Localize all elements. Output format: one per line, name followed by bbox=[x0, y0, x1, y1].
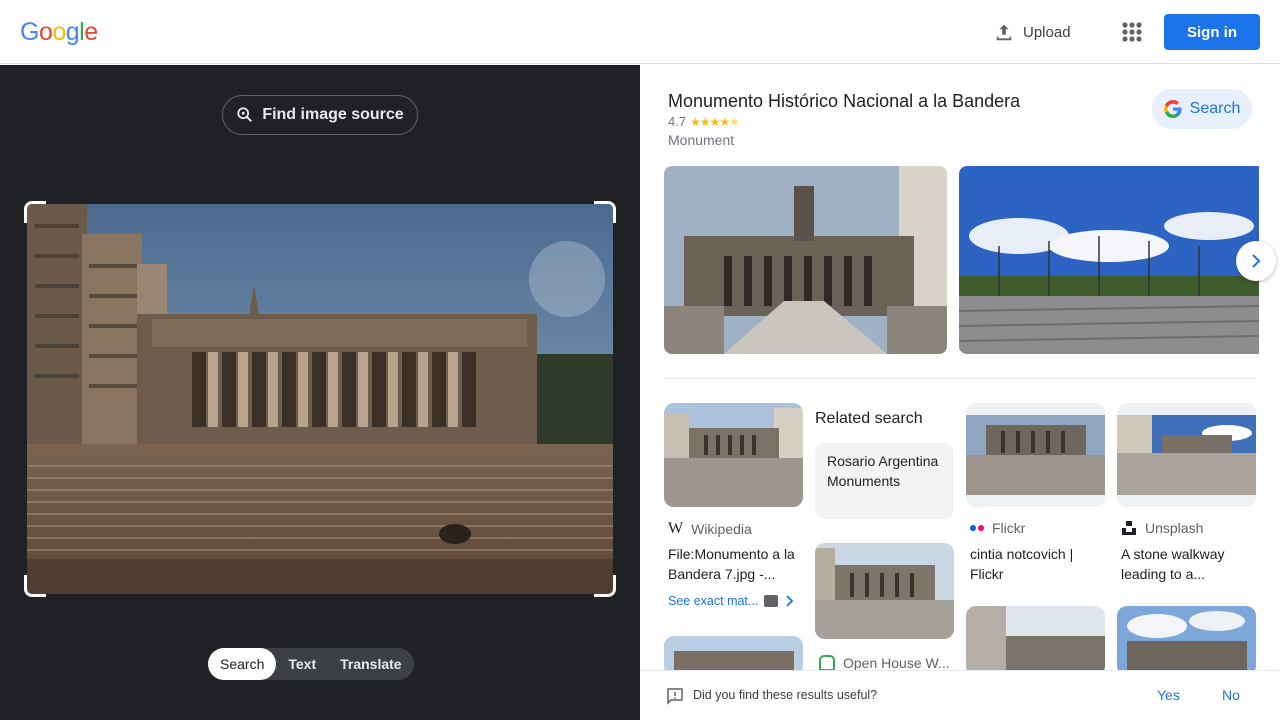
visual-match-image[interactable] bbox=[1117, 403, 1256, 507]
source-open-house[interactable]: Open House W... bbox=[819, 655, 950, 671]
star-rating-icon: ★★★★★ bbox=[690, 114, 740, 129]
rating-value: 4.7 bbox=[668, 114, 687, 129]
see-exact-label: See exact mat... bbox=[668, 594, 759, 608]
lens-mode-tabs: Search Text Translate bbox=[208, 648, 414, 680]
chevron-right-icon bbox=[786, 595, 794, 607]
visual-match-image[interactable] bbox=[966, 606, 1105, 676]
visual-match-image[interactable] bbox=[815, 543, 954, 639]
find-image-source-button[interactable]: Find image source bbox=[222, 95, 418, 135]
crop-corner-handle[interactable] bbox=[594, 201, 616, 223]
upload-icon bbox=[996, 24, 1012, 41]
tab-text[interactable]: Text bbox=[276, 648, 328, 680]
query-image-pane: Find image source Search Text Translate bbox=[0, 65, 640, 720]
related-search-chip[interactable]: Rosario Argentina Monuments bbox=[815, 443, 954, 519]
source-flickr[interactable]: Flickr bbox=[970, 520, 1025, 536]
feedback-no-button[interactable]: No bbox=[1222, 687, 1240, 703]
result-caption[interactable]: cintia notcovich | Flickr bbox=[970, 544, 1102, 584]
source-name: Unsplash bbox=[1145, 520, 1204, 536]
entity-image[interactable] bbox=[959, 166, 1259, 354]
open-house-icon bbox=[819, 655, 835, 671]
feedback-question: Did you find these results useful? bbox=[693, 688, 878, 702]
logo-letter: o bbox=[52, 18, 66, 46]
crop-corner-handle[interactable] bbox=[594, 575, 616, 597]
source-name: Wikipedia bbox=[691, 521, 752, 537]
apps-grid-icon[interactable] bbox=[1118, 18, 1146, 46]
source-name: Open House W... bbox=[843, 655, 950, 671]
result-caption[interactable]: File:Monumento a la Bandera 7.jpg -... bbox=[668, 544, 800, 584]
find-source-label: Find image source bbox=[262, 106, 404, 123]
entity-search-button[interactable]: Search bbox=[1152, 89, 1252, 129]
logo-letter: G bbox=[20, 18, 39, 46]
entity-image[interactable] bbox=[664, 166, 947, 354]
crop-corner-handle[interactable] bbox=[24, 575, 46, 597]
thumbnail-stack-icon bbox=[764, 595, 779, 607]
entity-search-label: Search bbox=[1189, 100, 1241, 117]
crop-selection[interactable] bbox=[24, 201, 616, 597]
logo-letter: o bbox=[38, 18, 53, 46]
tab-search[interactable]: Search bbox=[208, 648, 277, 680]
source-unsplash[interactable]: Unsplash bbox=[1121, 520, 1203, 536]
feedback-icon bbox=[667, 688, 683, 705]
result-caption[interactable]: A stone walkway leading to a... bbox=[1121, 544, 1253, 584]
next-images-button[interactable] bbox=[1236, 241, 1276, 281]
feedback-bar: Did you find these results useful? Yes N… bbox=[640, 670, 1280, 720]
google-logo[interactable]: Google bbox=[20, 18, 98, 47]
results-pane: Monumento Histórico Nacional a la Bander… bbox=[640, 65, 1280, 720]
section-divider bbox=[664, 378, 1256, 379]
google-g-icon bbox=[1163, 100, 1182, 118]
top-header: Google Upload Sign in bbox=[0, 0, 1280, 64]
crop-corner-handle[interactable] bbox=[24, 201, 46, 223]
source-name: Flickr bbox=[992, 520, 1026, 536]
see-exact-matches-link[interactable]: See exact mat... bbox=[668, 594, 794, 608]
related-search-heading: Related search bbox=[815, 410, 923, 427]
feedback-yes-button[interactable]: Yes bbox=[1157, 687, 1180, 703]
visual-match-image[interactable] bbox=[1117, 606, 1256, 676]
logo-letter: g bbox=[65, 18, 80, 46]
chevron-right-icon bbox=[1252, 254, 1261, 268]
entity-rating: 4.7 ★★★★★ bbox=[668, 114, 740, 129]
entity-title[interactable]: Monumento Histórico Nacional a la Bander… bbox=[668, 91, 1020, 112]
logo-letter: e bbox=[84, 18, 98, 46]
upload-label: Upload bbox=[1023, 23, 1071, 41]
source-wikipedia[interactable]: W Wikipedia bbox=[668, 520, 752, 538]
sign-in-button[interactable]: Sign in bbox=[1164, 14, 1260, 50]
query-image bbox=[27, 204, 613, 594]
lens-search-icon bbox=[237, 107, 253, 123]
tab-translate[interactable]: Translate bbox=[328, 648, 413, 680]
visual-match-image[interactable] bbox=[966, 403, 1105, 507]
visual-match-image[interactable] bbox=[664, 403, 803, 507]
flickr-icon bbox=[970, 525, 984, 531]
wikipedia-icon: W bbox=[668, 520, 684, 537]
upload-button[interactable]: Upload bbox=[985, 16, 1079, 48]
entity-type: Monument bbox=[668, 132, 735, 148]
unsplash-icon bbox=[1122, 521, 1136, 535]
